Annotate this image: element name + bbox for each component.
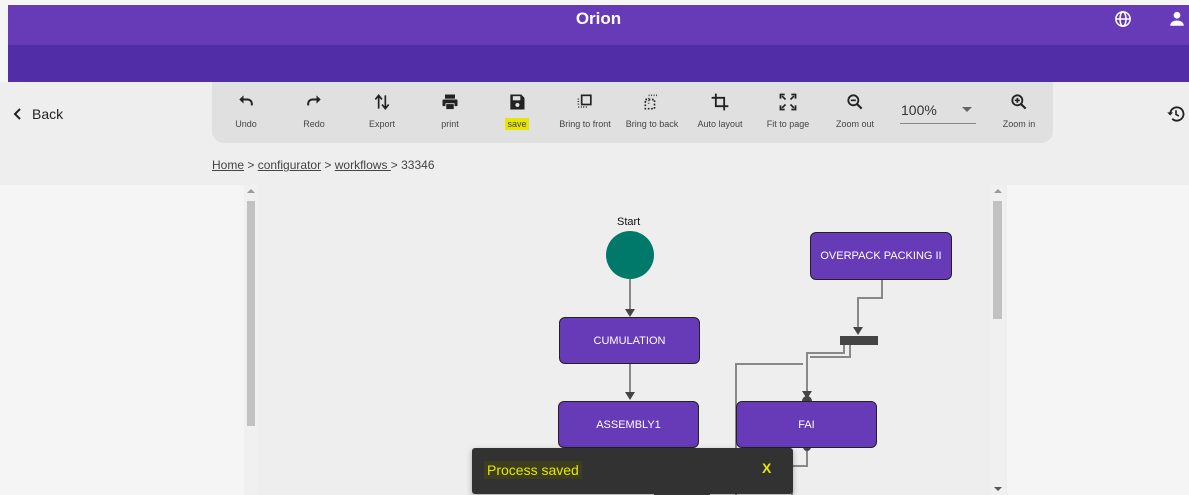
scrollbar-thumb[interactable]	[993, 201, 1002, 319]
print-icon	[442, 94, 458, 110]
arrowhead	[853, 327, 863, 335]
breadcrumb-separator: >	[390, 158, 402, 172]
scroll-up-icon[interactable]	[994, 189, 1002, 193]
start-label: Start	[617, 216, 641, 228]
snackbar-message: Process saved	[484, 461, 582, 479]
breadcrumb: Home > configurator > workflows > 33346	[212, 158, 435, 172]
arrowhead	[625, 309, 635, 317]
scroll-down-icon[interactable]	[994, 487, 1002, 491]
crop-icon	[711, 93, 729, 111]
toolbar-zone: Back Undo Redo Export print save Bring t…	[0, 82, 1189, 185]
join-bar	[840, 336, 878, 345]
breadcrumb-home[interactable]: Home	[212, 158, 244, 172]
zoom-in-button[interactable]: Zoom in	[987, 92, 1051, 132]
edge-join-fai	[806, 345, 845, 391]
breadcrumb-separator: >	[321, 158, 335, 172]
redo-label: Redo	[303, 119, 325, 129]
app-title: Orion	[575, 9, 622, 28]
export-icon	[374, 93, 390, 111]
node-cumulation[interactable]: CUMULATION	[559, 317, 700, 364]
globe-icon[interactable]	[1114, 10, 1132, 28]
save-label: save	[505, 118, 529, 130]
app-bar: Orion	[8, 5, 1189, 45]
secondary-bar	[8, 45, 1189, 82]
zoom-level-value: 100%	[901, 102, 937, 118]
auto-layout-button[interactable]: Auto layout	[688, 92, 752, 132]
auto-layout-label: Auto layout	[697, 119, 743, 129]
undo-icon	[239, 95, 253, 106]
bring-to-back-button[interactable]: Bring to back	[620, 92, 684, 132]
bring-to-back-label: Bring to back	[625, 119, 679, 129]
bring-to-back-icon	[644, 94, 657, 110]
bring-to-front-icon	[577, 94, 592, 108]
node-assembly1[interactable]: ASSEMBLY1	[558, 401, 699, 448]
print-label: print	[441, 119, 459, 129]
undo-button[interactable]: Undo	[214, 92, 278, 132]
zoom-out-icon	[847, 94, 863, 110]
fit-to-page-label: Fit to page	[766, 119, 810, 129]
print-button[interactable]: print	[418, 92, 482, 132]
node-fai[interactable]: FAI	[736, 401, 877, 448]
edge-fai-down	[791, 447, 808, 495]
back-label: Back	[32, 106, 64, 122]
save-button[interactable]: save	[485, 92, 549, 132]
diagram-toolbar: Undo Redo Export print save Bring to fro…	[212, 82, 1053, 143]
zoom-out-button[interactable]: Zoom out	[823, 92, 887, 132]
scrollbar-thumb[interactable]	[247, 201, 255, 426]
breadcrumb-configurator[interactable]: configurator	[258, 158, 321, 172]
snackbar: Process saved X	[472, 448, 793, 494]
zoom-level-select[interactable]: 100%	[900, 96, 976, 124]
edge-overpack-join	[857, 280, 883, 327]
node-overpack-packing-ii[interactable]: OVERPACK PACKING II	[810, 232, 952, 280]
fit-to-page-button[interactable]: Fit to page	[756, 92, 820, 132]
start-node[interactable]	[606, 231, 654, 279]
zoom-out-label: Zoom out	[835, 119, 875, 129]
account-icon[interactable]	[1168, 10, 1186, 28]
right-scrollbar[interactable]	[990, 185, 1005, 495]
chevron-left-icon	[13, 108, 21, 120]
bring-to-front-label: Bring to front	[559, 119, 611, 129]
left-scrollbar[interactable]	[244, 185, 258, 495]
export-button[interactable]: Export	[350, 92, 414, 132]
snackbar-close-button[interactable]: X	[762, 460, 771, 476]
redo-icon	[307, 95, 321, 106]
zoom-in-icon	[1011, 94, 1027, 110]
breadcrumb-separator: >	[244, 158, 258, 172]
redo-button[interactable]: Redo	[282, 92, 346, 132]
fit-to-page-icon	[779, 93, 797, 111]
dropdown-caret-icon	[962, 107, 972, 112]
history-icon[interactable]	[1166, 104, 1186, 124]
breadcrumb-workflows[interactable]: workflows	[335, 158, 391, 172]
arrowhead	[625, 392, 635, 400]
undo-label: Undo	[235, 119, 257, 129]
scroll-up-icon[interactable]	[247, 189, 255, 193]
breadcrumb-current-id: 33346	[401, 158, 435, 172]
back-button[interactable]: Back	[12, 104, 63, 124]
save-icon	[510, 94, 525, 110]
zoom-in-label: Zoom in	[1002, 119, 1036, 129]
export-label: Export	[368, 119, 395, 129]
bring-to-front-button[interactable]: Bring to front	[553, 92, 617, 132]
